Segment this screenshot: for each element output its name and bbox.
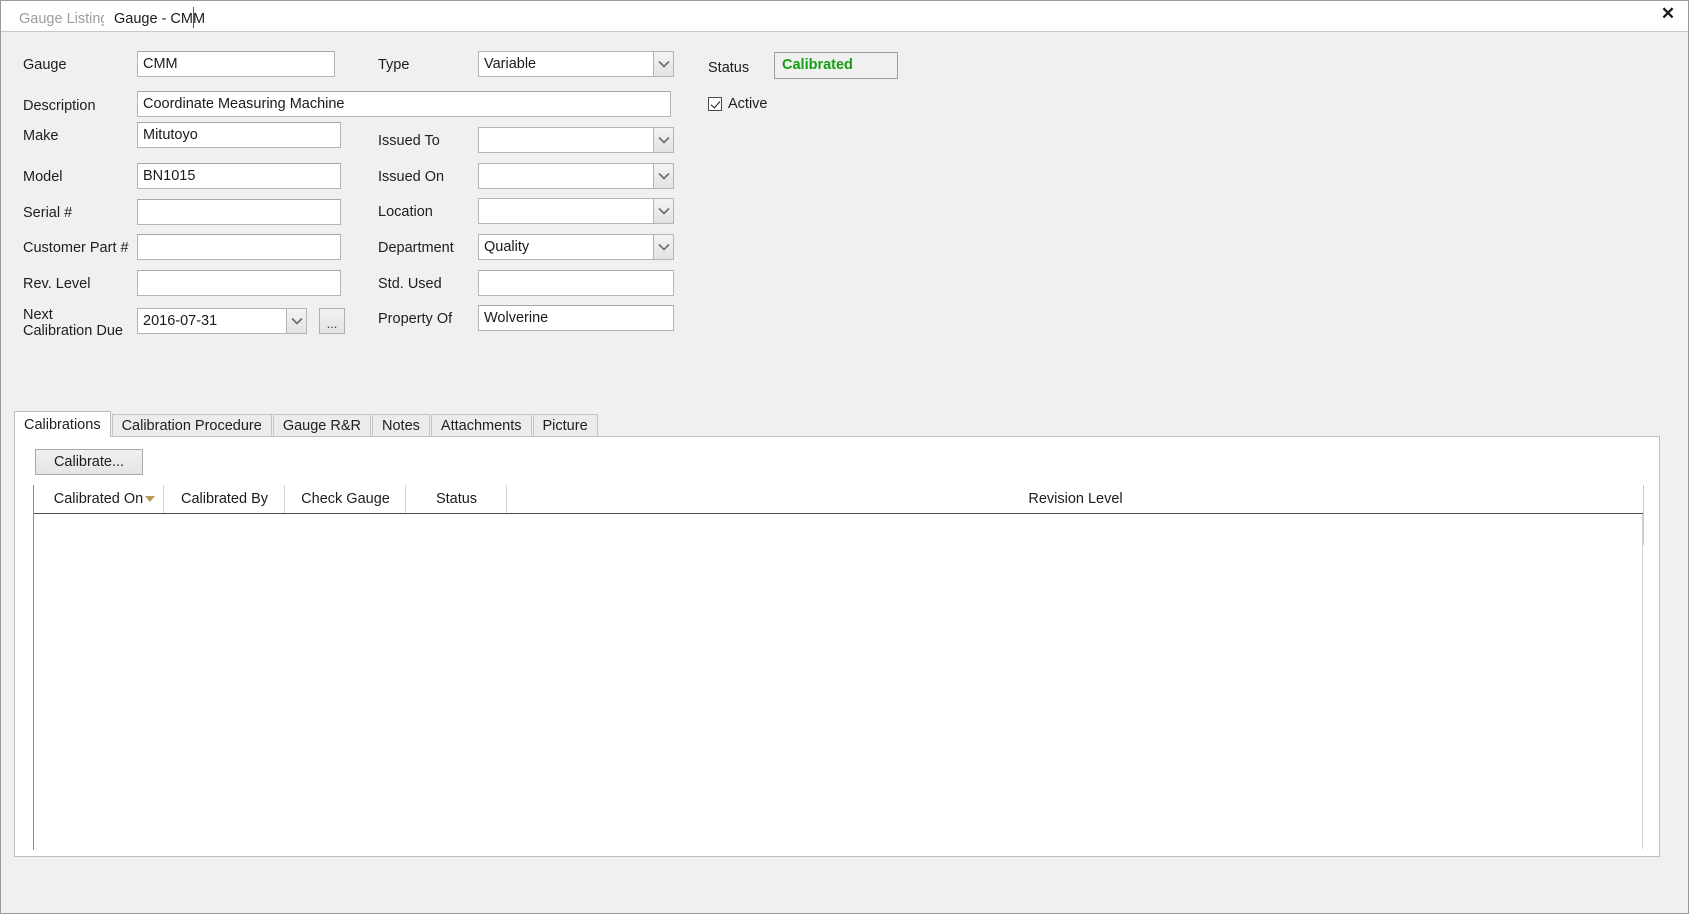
column-header-label: Calibrated By	[180, 491, 269, 507]
label-next-calibration-due-line2: Calibration Due	[23, 323, 123, 339]
detail-tab-headers: Calibrations Calibration Procedure Gauge…	[14, 411, 1660, 437]
label-customer-part-number: Customer Part #	[23, 240, 129, 256]
close-icon[interactable]: ✕	[1657, 3, 1679, 25]
issued-on-combo[interactable]	[478, 163, 674, 189]
label-next-calibration-due: Next Calibration Due	[23, 307, 123, 339]
calibrations-panel: Calibrate... Calibrated On Calibrated By…	[14, 436, 1660, 857]
department-value: Quality	[484, 239, 530, 255]
document-tab-gauge-listing[interactable]: Gauge Listing	[9, 5, 120, 31]
sort-descending-icon	[145, 496, 155, 502]
label-std-used: Std. Used	[378, 276, 442, 292]
calibrate-button[interactable]: Calibrate...	[35, 449, 143, 475]
column-header-label: Status	[435, 491, 478, 507]
label-next-calibration-due-line1: Next	[23, 307, 53, 323]
next-calibration-due-browse-button[interactable]: ...	[319, 308, 345, 334]
gauge-form: Gauge Description Make Model Serial # Cu…	[1, 32, 1688, 379]
model-input[interactable]: BN1015	[137, 163, 341, 189]
label-department: Department	[378, 240, 454, 256]
column-header-calibrated-by[interactable]: Calibrated By	[165, 485, 285, 513]
status-badge: Calibrated	[774, 52, 898, 79]
chevron-down-icon[interactable]	[653, 199, 673, 223]
std-used-input[interactable]	[478, 270, 674, 296]
chevron-down-icon[interactable]	[653, 164, 673, 188]
checkbox-checked-icon	[708, 97, 722, 111]
tab-gauge-rr[interactable]: Gauge R&R	[272, 414, 372, 437]
detail-tab-control: Calibrations Calibration Procedure Gauge…	[14, 411, 1660, 857]
tab-attachments[interactable]: Attachments	[430, 414, 532, 437]
calibrations-grid-body[interactable]	[34, 514, 1643, 849]
tab-picture[interactable]: Picture	[532, 414, 598, 437]
grid-right-edge	[1643, 485, 1644, 545]
chevron-down-icon[interactable]	[653, 128, 673, 152]
chevron-down-icon[interactable]	[653, 235, 673, 259]
active-checkbox[interactable]: Active	[708, 96, 768, 112]
description-input[interactable]: Coordinate Measuring Machine	[137, 91, 671, 117]
chevron-down-icon[interactable]	[286, 309, 306, 333]
tab-caret	[193, 7, 194, 28]
customer-part-number-input[interactable]	[137, 234, 341, 260]
column-header-label: Revision Level	[1028, 491, 1123, 507]
label-type: Type	[378, 57, 410, 73]
column-header-status[interactable]: Status	[407, 485, 507, 513]
label-issued-to: Issued To	[378, 133, 440, 149]
label-issued-on: Issued On	[378, 169, 445, 185]
gauge-input[interactable]: CMM	[137, 51, 335, 77]
document-tab-label: Gauge - CMM	[114, 11, 206, 27]
label-model: Model	[23, 169, 63, 185]
document-tab-label: Gauge Listing	[19, 11, 109, 27]
document-tab-gauge-cmm[interactable]: Gauge - CMM	[104, 5, 216, 31]
label-property-of: Property Of	[378, 311, 453, 327]
make-input[interactable]: Mitutoyo	[137, 122, 341, 148]
serial-number-input[interactable]	[137, 199, 341, 225]
label-status: Status	[708, 60, 750, 76]
label-description: Description	[23, 98, 96, 114]
label-gauge: Gauge	[23, 57, 67, 73]
tab-calibration-procedure[interactable]: Calibration Procedure	[111, 414, 272, 437]
next-calibration-due-value: 2016-07-31	[143, 313, 218, 329]
calibrations-grid-header: Calibrated On Calibrated By Check Gauge …	[34, 485, 1644, 514]
type-value: Variable	[484, 56, 537, 72]
label-rev-level: Rev. Level	[23, 276, 91, 292]
rev-level-input[interactable]	[137, 270, 341, 296]
label-make: Make	[23, 128, 59, 144]
column-header-label: Check Gauge	[301, 491, 390, 507]
department-combo[interactable]: Quality	[478, 234, 674, 260]
column-header-check-gauge[interactable]: Check Gauge	[286, 485, 406, 513]
column-header-label: Calibrated On	[53, 491, 144, 507]
document-tab-strip: Gauge Listing Gauge - CMM ✕	[1, 1, 1688, 32]
property-of-input[interactable]: Wolverine	[478, 305, 674, 331]
issued-to-combo[interactable]	[478, 127, 674, 153]
next-calibration-due-combo[interactable]: 2016-07-31	[137, 308, 307, 334]
tab-calibrations[interactable]: Calibrations	[14, 411, 111, 437]
calibrations-grid[interactable]: Calibrated On Calibrated By Check Gauge …	[33, 485, 1644, 850]
column-header-revision-level[interactable]: Revision Level	[508, 485, 1644, 513]
location-combo[interactable]	[478, 198, 674, 224]
type-combo[interactable]: Variable	[478, 51, 674, 77]
label-location: Location	[378, 204, 433, 220]
label-serial-number: Serial #	[23, 205, 73, 221]
column-header-calibrated-on[interactable]: Calibrated On	[34, 485, 164, 513]
chevron-down-icon[interactable]	[653, 52, 673, 76]
active-checkbox-label: Active	[728, 96, 768, 112]
gauge-detail-window: Gauge Listing Gauge - CMM ✕ Gauge Descri…	[0, 0, 1689, 914]
tab-notes[interactable]: Notes	[372, 414, 430, 437]
